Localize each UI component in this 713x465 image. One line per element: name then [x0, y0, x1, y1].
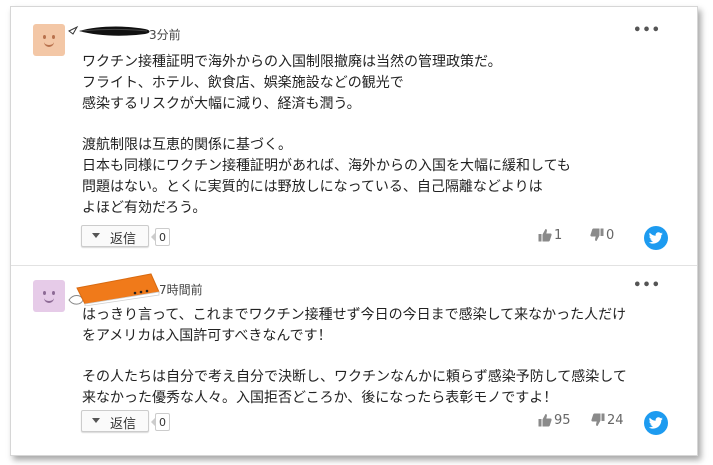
caret-down-icon — [92, 233, 100, 238]
like-count: 1 — [554, 228, 563, 243]
redacted-username-scribble — [68, 25, 150, 36]
reply-label: 返信 — [110, 417, 137, 432]
comment-line: はっきり言って、これまでワクチン接種せず今日の今日まで感染して来なかった人だけ — [82, 307, 627, 323]
comment-paragraph: 渡航制限は互恵的関係に基づく。 日本も同様にワクチン接種証明があれば、海外からの… — [82, 135, 677, 219]
comment-actions: 返信 0 1 0 — [11, 225, 697, 251]
like-button[interactable]: 95 — [538, 413, 571, 428]
reply-button[interactable]: 返信 — [81, 410, 149, 432]
twitter-share-button[interactable] — [644, 411, 668, 435]
reply-label: 返信 — [110, 232, 137, 247]
comment-body: ワクチン接種証明で海外からの入国制限撤廃は当然の管理政策だ。 フライト、ホテル、… — [82, 52, 677, 239]
comment-line: ワクチン接種証明で海外からの入国制限撤廃は当然の管理政策だ。 — [82, 54, 502, 70]
avatar-mouth — [44, 42, 54, 47]
reply-count: 0 — [151, 413, 170, 431]
avatar-eye — [52, 291, 55, 295]
comment-paragraph: はっきり言って、これまでワクチン接種せず今日の今日まで感染して来なかった人だけ … — [82, 305, 677, 347]
reply-count: 0 — [151, 228, 170, 246]
redacted-username-scribble — [68, 273, 160, 306]
thumbs-up-icon — [538, 229, 552, 242]
comment-item: 3分前 ••• ワクチン接種証明で海外からの入国制限撤廃は当然の管理政策だ。 フ… — [11, 7, 697, 265]
twitter-icon — [649, 417, 663, 429]
comment-paragraph: その人たちは自分で考え自分で決断し、ワクチンなんかに頼らず感染予防して感染して … — [82, 367, 677, 409]
comment-line: 日本も同様にワクチン接種証明があれば、海外からの入国を大幅に緩和しても — [82, 158, 571, 174]
comment-actions: 返信 0 95 24 — [11, 410, 697, 436]
comment-line: フライト、ホテル、飲食店、娯楽施設などの観光で — [82, 75, 404, 91]
twitter-share-button[interactable] — [644, 226, 668, 250]
more-options-icon[interactable]: ••• — [633, 23, 661, 38]
avatar-eye — [52, 35, 55, 39]
comment-paragraph: ワクチン接種証明で海外からの入国制限撤廃は当然の管理政策だ。 フライト、ホテル、… — [82, 52, 677, 115]
comment-list: 3分前 ••• ワクチン接種証明で海外からの入国制限撤廃は当然の管理政策だ。 フ… — [10, 6, 698, 456]
caret-down-icon — [92, 418, 100, 423]
comment-timestamp: 3分前 — [149, 28, 181, 42]
comment-line: 感染するリスクが大幅に減り、経済も潤う。 — [82, 96, 361, 112]
comment-line: 来なかった優秀な人々。入国拒否どころか、後になったら表彰モノですよ！ — [82, 390, 558, 406]
comment-line: 渡航制限は互恵的関係に基づく。 — [82, 137, 292, 153]
comment-line: をアメリカは入国許可すべきなんです！ — [82, 328, 332, 344]
avatar-eye — [43, 35, 46, 39]
comment-line: その人たちは自分で考え自分で決断し、ワクチンなんかに頼らず感染予防して感染して — [82, 369, 627, 385]
thumbs-up-icon — [538, 414, 552, 427]
dislike-button[interactable]: 24 — [591, 413, 624, 428]
like-button[interactable]: 1 — [538, 228, 562, 243]
avatar-mouth — [44, 298, 54, 303]
reply-button[interactable]: 返信 — [81, 225, 149, 247]
dislike-button[interactable]: 0 — [590, 228, 614, 243]
thumbs-down-icon — [591, 413, 605, 426]
dislike-count: 0 — [606, 228, 615, 243]
comment-line: 問題はない。とくに実質的には野放しになっている、自己隔離などよりは — [82, 179, 543, 195]
like-count: 95 — [554, 413, 571, 428]
more-options-icon[interactable]: ••• — [633, 278, 661, 293]
thumbs-down-icon — [590, 228, 604, 241]
comment-item: 7時間前 ••• はっきり言って、これまでワクチン接種せず今日の今日まで感染して… — [11, 265, 697, 455]
avatar-eye — [43, 291, 46, 295]
user-avatar[interactable] — [33, 280, 65, 312]
user-avatar[interactable] — [33, 24, 65, 56]
comment-timestamp: 7時間前 — [159, 283, 203, 297]
twitter-icon — [649, 232, 663, 244]
dislike-count: 24 — [607, 413, 624, 428]
comment-line: よほど有効だろう。 — [82, 200, 207, 216]
